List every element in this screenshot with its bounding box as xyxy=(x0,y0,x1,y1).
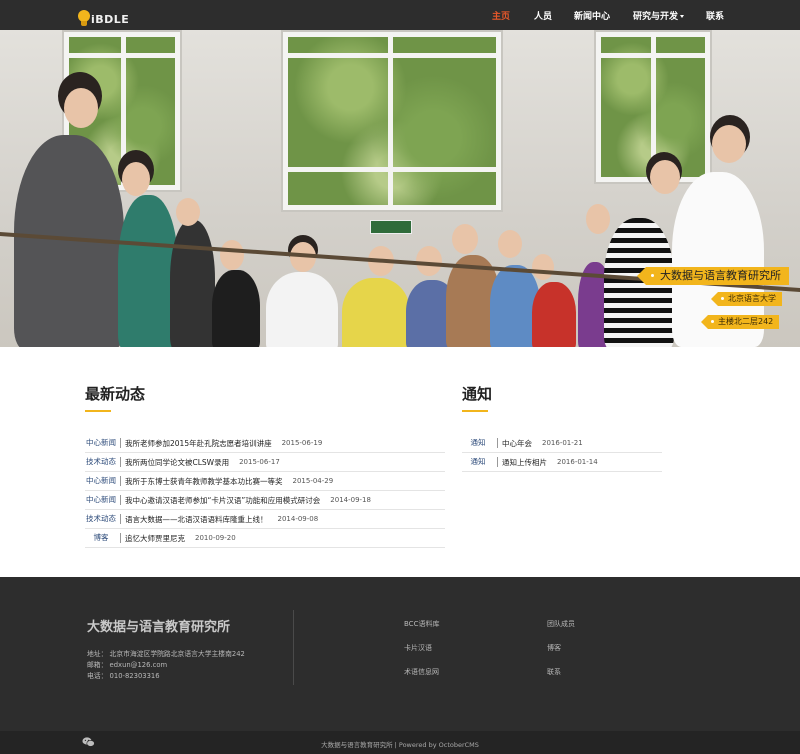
news-category[interactable]: 中心新闻 xyxy=(85,438,121,448)
news-date: 2015-06-17 xyxy=(239,458,280,466)
notice-date: 2016-01-14 xyxy=(557,458,598,466)
news-row[interactable]: 博客 追忆大师贾里尼克 2010-09-20 xyxy=(85,529,445,548)
chevron-down-icon xyxy=(680,15,685,18)
nav-item-contact[interactable]: 联系 xyxy=(706,9,724,22)
notice-row[interactable]: 通知 中心年会 2016-01-21 xyxy=(462,434,662,453)
footer-title: 大数据与语言教育研究所 xyxy=(87,620,231,635)
news-category[interactable]: 博客 xyxy=(85,533,121,543)
notice-date: 2016-01-21 xyxy=(542,439,583,447)
news-category[interactable]: 中心新闻 xyxy=(85,495,121,505)
footer-link-terminology[interactable]: 术语信息网 xyxy=(404,667,439,677)
group-photo-people xyxy=(0,30,800,347)
news-date: 2010-09-20 xyxy=(195,534,236,542)
hero-banner: 大数据与语言教育研究所 北京语言大学 主楼北二层242 xyxy=(0,30,800,347)
copyright-text: 大数据与语言教育研究所 | Powered by OctoberCMS xyxy=(321,741,479,749)
notices-list: 通知 中心年会 2016-01-21 通知 通知上传相片 2016-01-14 xyxy=(462,434,662,472)
nav-item-home[interactable]: 主页 xyxy=(492,9,510,22)
news-section-title: 最新动态 xyxy=(85,385,146,403)
news-row[interactable]: 技术动态 我所两位同学论文被CLSW录用 2015-06-17 xyxy=(85,453,445,472)
notices-section-title: 通知 xyxy=(462,385,493,403)
news-category[interactable]: 技术动态 xyxy=(85,514,121,524)
notice-category[interactable]: 通知 xyxy=(462,438,498,448)
notices-title-underline xyxy=(462,410,488,412)
news-date: 2014-09-18 xyxy=(330,496,371,504)
footer-divider xyxy=(293,610,294,685)
nav-item-research[interactable]: 研究与开发 xyxy=(633,9,685,22)
hero-tag-room: 主楼北二层242 xyxy=(700,315,780,329)
nav-item-research-label: 研究与开发 xyxy=(633,12,679,22)
footer-link-blog[interactable]: 博客 xyxy=(547,643,561,653)
news-category[interactable]: 中心新闻 xyxy=(85,476,121,486)
news-title-underline xyxy=(85,410,111,412)
main-nav: 主页 人员 新闻中心 研究与开发 联系 xyxy=(0,0,800,30)
news-row[interactable]: 中心新闻 我中心邀请汉语老师参加“卡片汉语”功能和应用模式研讨会 2014-09… xyxy=(85,491,445,510)
notice-title[interactable]: 通知上传相片 xyxy=(502,457,547,468)
notice-title[interactable]: 中心年会 xyxy=(502,438,532,449)
news-row[interactable]: 技术动态 语言大数据——北语汉语语料库隆重上线！ 2014-09-08 xyxy=(85,510,445,529)
news-title[interactable]: 语言大数据——北语汉语语料库隆重上线！ xyxy=(125,514,268,525)
news-row[interactable]: 中心新闻 我所老师参加2015年赴孔院志愿者培训讲座 2015-06-19 xyxy=(85,434,445,453)
news-category[interactable]: 技术动态 xyxy=(85,457,121,467)
footer-link-contact[interactable]: 联系 xyxy=(547,667,561,677)
footer-email: 邮箱： edxun@126.com xyxy=(87,661,168,669)
footer-link-team[interactable]: 团队成员 xyxy=(547,619,575,629)
nav-item-people[interactable]: 人员 xyxy=(534,9,552,22)
news-row[interactable]: 中心新闻 我所于东博士获青年教师教学基本功比赛一等奖 2015-04-29 xyxy=(85,472,445,491)
footer-phone: 电话： 010-82303316 xyxy=(87,672,160,680)
footer-link-bcc-corpus[interactable]: BCC语料库 xyxy=(404,619,439,629)
site-footer: 大数据与语言教育研究所 地址： 北京市海淀区学院路北京语言大学主楼南242 邮箱… xyxy=(0,577,800,731)
notice-row[interactable]: 通知 通知上传相片 2016-01-14 xyxy=(462,453,662,472)
news-date: 2015-04-29 xyxy=(292,477,334,485)
news-title[interactable]: 我中心邀请汉语老师参加“卡片汉语”功能和应用模式研讨会 xyxy=(125,495,320,506)
hero-tag-university: 北京语言大学 xyxy=(711,292,782,306)
notice-category[interactable]: 通知 xyxy=(462,457,498,467)
hero-tag-institute: 大数据与语言教育研究所 xyxy=(637,267,789,285)
footer-address: 地址： 北京市海淀区学院路北京语言大学主楼南242 xyxy=(87,650,245,658)
news-list: 中心新闻 我所老师参加2015年赴孔院志愿者培训讲座 2015-06-19 技术… xyxy=(85,434,445,548)
news-title[interactable]: 我所于东博士获青年教师教学基本功比赛一等奖 xyxy=(125,476,283,487)
news-title[interactable]: 我所两位同学论文被CLSW录用 xyxy=(125,457,229,468)
news-date: 2015-06-19 xyxy=(281,439,323,447)
bottom-bar: 大数据与语言教育研究所 | Powered by OctoberCMS xyxy=(0,731,800,754)
news-date: 2014-09-08 xyxy=(277,515,319,523)
nav-item-news-center[interactable]: 新闻中心 xyxy=(574,9,610,22)
news-title[interactable]: 追忆大师贾里尼克 xyxy=(125,533,185,544)
footer-link-card-chinese[interactable]: 卡片汉语 xyxy=(404,643,432,653)
top-navbar: iBDLE 主页 人员 新闻中心 研究与开发 联系 xyxy=(0,0,800,30)
news-title[interactable]: 我所老师参加2015年赴孔院志愿者培训讲座 xyxy=(125,438,272,449)
